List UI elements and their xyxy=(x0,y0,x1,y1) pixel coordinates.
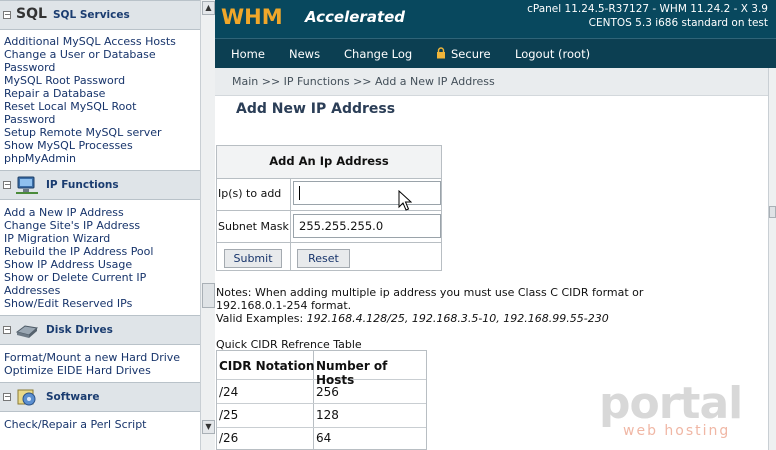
cidr-table: CIDR Notation Number of Hosts /24 256 /2… xyxy=(216,350,427,450)
section-title: Software xyxy=(46,391,100,403)
mouse-pointer-icon xyxy=(398,190,412,211)
sidebar-link-show-mysql-processes[interactable]: Show MySQL Processes xyxy=(4,139,196,152)
sidebar-link-rebuild-ip-pool[interactable]: Rebuild the IP Address Pool xyxy=(4,245,196,258)
header-bar: WHM Accelerated cPanel 11.24.5-R37127 - … xyxy=(215,0,776,38)
left-sidebar: − SQL SQL Services Additional MySQL Acce… xyxy=(0,0,200,450)
sidebar-link-phpmyadmin[interactable]: phpMyAdmin xyxy=(4,152,196,165)
sidebar-link-optimize-eide[interactable]: Optimize EIDE Hard Drives xyxy=(4,364,196,377)
watermark-subtitle: web hosting xyxy=(623,423,731,439)
scrollbar-thumb[interactable] xyxy=(769,206,776,218)
sidebar-link-change-site-ip[interactable]: Change Site's IP Address xyxy=(4,219,196,232)
sidebar-link-check-repair-perl[interactable]: Check/Repair a Perl Script xyxy=(4,418,196,431)
section-title: SQL Services xyxy=(53,9,130,21)
main-content: WHM Accelerated cPanel 11.24.5-R37127 - … xyxy=(215,0,776,450)
section-title: IP Functions xyxy=(46,179,119,191)
reset-button[interactable]: Reset xyxy=(297,249,350,268)
sql-icon: SQL xyxy=(16,6,47,22)
scrollbar-thumb[interactable] xyxy=(202,283,215,308)
table-cell: 64 xyxy=(316,431,332,445)
whm-logo-subtitle: Accelerated xyxy=(305,8,406,26)
submit-button[interactable]: Submit xyxy=(224,249,282,268)
sidebar-link-change-user-db-password[interactable]: Change a User or Database Password xyxy=(4,48,196,74)
page-title: Add New IP Address xyxy=(236,101,396,117)
content-scrollbar[interactable] xyxy=(768,68,776,450)
section-header-software[interactable]: − Software xyxy=(0,382,200,412)
table-header: Number of Hosts xyxy=(316,359,388,387)
sidebar-link-add-new-ip[interactable]: Add a New IP Address xyxy=(4,206,196,219)
sidebar-link-show-delete-ip[interactable]: Show or Delete Current IP Addresses xyxy=(4,271,164,297)
collapse-icon[interactable]: − xyxy=(3,181,11,189)
notes-line-1: Notes: When adding multiple ip address y… xyxy=(216,286,644,299)
breadcrumb-bar: Main >> IP Functions >> Add a New IP Add… xyxy=(215,68,768,96)
valid-examples: Valid Examples: 192.168.4.128/25, 192.16… xyxy=(216,312,609,325)
nav-home[interactable]: Home xyxy=(231,47,265,61)
table-header: CIDR Notation xyxy=(219,359,315,373)
table-cell: /24 xyxy=(219,385,239,399)
form-heading: Add An Ip Address xyxy=(217,146,441,179)
section-header-sql-services[interactable]: − SQL SQL Services xyxy=(0,0,200,30)
table-cell: 256 xyxy=(316,385,339,399)
sidebar-link-mysql-root-password[interactable]: MySQL Root Password xyxy=(4,74,196,87)
section-title: Disk Drives xyxy=(46,324,113,336)
nav-logout[interactable]: Logout (root) xyxy=(515,47,590,61)
collapse-icon[interactable]: − xyxy=(3,393,11,401)
table-cell: /26 xyxy=(219,431,239,445)
sidebar-scrollbar[interactable]: ▲ ▼ xyxy=(200,0,215,450)
software-icon xyxy=(17,389,36,406)
nav-secure[interactable]: Secure xyxy=(451,47,491,61)
section-header-ip-functions[interactable]: − IP Functions xyxy=(0,170,200,200)
sidebar-link-show-ip-usage[interactable]: Show IP Address Usage xyxy=(4,258,196,271)
notes-line-2: 192.168.0.1-254 format. xyxy=(216,299,352,312)
subnet-mask-input[interactable]: 255.255.255.0 xyxy=(293,214,441,238)
ip-input[interactable] xyxy=(293,181,441,205)
table-cell: /25 xyxy=(219,408,239,422)
collapse-icon[interactable]: − xyxy=(3,11,11,19)
table-cell: 128 xyxy=(316,408,339,422)
breadcrumb[interactable]: Main >> IP Functions >> Add a New IP Add… xyxy=(232,75,495,88)
ip-label: Ip(s) to add xyxy=(218,187,282,200)
sidebar-link-reserved-ips[interactable]: Show/Edit Reserved IPs xyxy=(4,297,196,310)
version-info: cPanel 11.24.5-R37127 - WHM 11.24.2 - X … xyxy=(527,3,768,15)
sidebar-link-reset-mysql-root-password[interactable]: Reset Local MySQL Root Password xyxy=(4,100,154,126)
scroll-up-arrow-icon[interactable]: ▲ xyxy=(202,1,215,15)
nav-news[interactable]: News xyxy=(289,47,320,61)
divider xyxy=(217,242,441,243)
scroll-down-arrow-icon[interactable]: ▼ xyxy=(202,420,215,434)
lock-icon xyxy=(437,47,445,59)
sidebar-link-ip-migration-wizard[interactable]: IP Migration Wizard xyxy=(4,232,196,245)
collapse-icon[interactable]: − xyxy=(3,326,11,334)
network-icon xyxy=(16,176,38,194)
nav-change-log[interactable]: Change Log xyxy=(344,47,412,61)
sidebar-link-additional-mysql-hosts[interactable]: Additional MySQL Access Hosts xyxy=(4,35,196,48)
server-info: CENTOS 5.3 i686 standard on test xyxy=(588,17,768,29)
valid-examples-values: 192.168.4.128/25, 192.168.3.5-10, 192.16… xyxy=(306,312,609,325)
disk-icon xyxy=(15,325,39,338)
text-caret xyxy=(299,186,300,200)
top-nav: Home News Change Log Secure Logout (root… xyxy=(215,38,776,68)
sidebar-link-format-mount-drive[interactable]: Format/Mount a new Hard Drive xyxy=(4,351,196,364)
subnet-mask-label: Subnet Mask xyxy=(218,220,289,233)
divider xyxy=(217,403,426,404)
sidebar-link-repair-database[interactable]: Repair a Database xyxy=(4,87,196,100)
sidebar-link-setup-remote-mysql[interactable]: Setup Remote MySQL server xyxy=(4,126,196,139)
watermark-logo: portal xyxy=(599,378,743,429)
section-header-disk-drives[interactable]: − Disk Drives xyxy=(0,315,200,345)
divider xyxy=(290,178,291,270)
valid-examples-label: Valid Examples: xyxy=(216,312,307,325)
whm-logo: WHM xyxy=(221,5,283,29)
divider xyxy=(217,427,426,428)
